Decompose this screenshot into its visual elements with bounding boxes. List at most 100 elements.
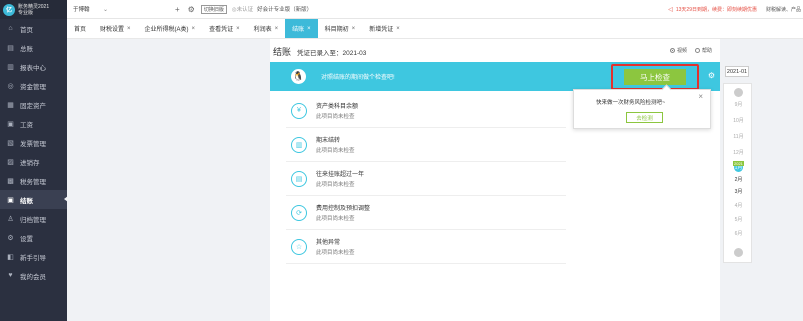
tax-icon: ▩	[7, 177, 14, 185]
sidebar-item-label: 结账	[20, 197, 33, 205]
month-item[interactable]: 10月	[724, 117, 753, 124]
auth-status[interactable]: ◎未认证	[232, 5, 253, 13]
tab-1[interactable]: 财税设置 ×	[93, 19, 138, 38]
check-now-button[interactable]: 马上检查	[624, 69, 686, 85]
sidebar-item-9[interactable]: ▣ 结账	[0, 190, 68, 209]
month-item[interactable]: 5月	[724, 216, 753, 223]
check-banner: 🐧 对照结账的期间做个检查吧! 马上检查 ⚙	[270, 62, 720, 91]
sidebar-item-label: 税务管理	[20, 178, 46, 186]
video-option[interactable]: 视频	[669, 47, 687, 54]
sidebar-item-7[interactable]: ▨ 进销存	[0, 152, 67, 171]
add-icon[interactable]: +	[175, 5, 180, 14]
video-option-label: 视频	[676, 48, 687, 54]
check-button-highlight: 马上检查	[611, 64, 699, 90]
close-icon[interactable]: ×	[127, 26, 131, 32]
check-item: ▤ 往来挂账超过一年 此项目尚未检查	[286, 162, 566, 196]
close-icon[interactable]: ×	[307, 26, 311, 32]
tab-0[interactable]: 首页	[67, 19, 93, 38]
closing-panel: 结账 凭证已录入至：2021-03 视频 帮助 🐧 对照结账的期间做个检查吧! …	[270, 39, 720, 321]
view-options: 视频 帮助	[669, 47, 712, 54]
sidebar-item-10[interactable]: ♙ 归档管理	[0, 209, 67, 228]
radio-icon	[694, 48, 700, 54]
sidebar-item-label: 我的会员	[20, 273, 46, 281]
chevron-down-icon[interactable]: ⌄	[103, 7, 108, 13]
settings-icon: ⚙	[7, 234, 14, 242]
sidebar-item-13[interactable]: ♥ 我的会员	[0, 266, 67, 285]
period-display[interactable]: 2021-01	[725, 66, 749, 77]
tab-label: 科目期初	[324, 27, 349, 33]
company-selector[interactable]: 于博翰 ⌄	[67, 5, 167, 13]
renewal-notice[interactable]: ◁ 13天29日到期，续费：即刻续期优惠	[668, 6, 757, 13]
sidebar-item-12[interactable]: ◧ 新手引导	[0, 247, 67, 266]
ledger-icon: ▤	[7, 44, 14, 52]
tax-news-link[interactable]: 财税解读、产品	[766, 6, 803, 13]
archive-icon: ♙	[7, 215, 14, 223]
sidebar-item-label: 进销存	[20, 159, 40, 167]
tab-4[interactable]: 利润表 ×	[247, 19, 286, 38]
transfer-icon: ▥	[291, 136, 307, 153]
month-item[interactable]: 3月	[724, 188, 753, 195]
timeline-arrow-icon[interactable]	[734, 248, 743, 257]
month-item[interactable]: 6月	[724, 230, 753, 237]
check-item-status: 此项目尚未检查	[316, 182, 355, 188]
sidebar-item-1[interactable]: ▤ 总账	[0, 38, 67, 57]
check-item: ¥ 资产类科目余额 此项目尚未检查	[286, 94, 566, 128]
sidebar-item-0[interactable]: ⌂ 首页	[0, 19, 67, 38]
sidebar-item-5[interactable]: ▣ 工资	[0, 114, 67, 133]
renewal-notice-text: 13天29日到期，续费：即刻续期优惠	[675, 6, 757, 13]
month-item[interactable]: 11月	[724, 133, 753, 140]
check-item-name: 费用控制及预扣调整	[316, 206, 371, 212]
check-item-name: 往来挂账超过一年	[316, 172, 365, 178]
sidebar-item-2[interactable]: ▥ 报表中心	[0, 57, 67, 76]
close-icon[interactable]: ×	[192, 26, 196, 32]
tab-label: 新增凭证	[369, 27, 394, 33]
tab-label: 企业所得税(A类)	[144, 27, 189, 33]
sidebar: 亿 账务精灵2021 专业版 ⌂ 首页 ▤ 总账 ▥ 报表中心 ◎ 资金管理 ▦ 固定资产 ▣ 工资 ▧…	[0, 0, 68, 321]
sidebar-item-8[interactable]: ▩ 税务管理	[0, 171, 67, 190]
month-item[interactable]: 9月	[724, 101, 753, 108]
sidebar-item-label: 资金管理	[20, 83, 46, 91]
star-icon: ☆	[291, 238, 307, 255]
salary-icon: ▣	[7, 120, 14, 128]
home-icon: ⌂	[8, 25, 13, 32]
banner-text: 对照结账的期间做个检查吧!	[321, 75, 395, 81]
sidebar-item-6[interactable]: ▧ 发票管理	[0, 133, 67, 152]
check-item: ☆ 其他异常 此项目尚未检查	[286, 230, 566, 264]
tab-3[interactable]: 查看凭证 ×	[202, 19, 247, 38]
sidebar-item-label: 首页	[20, 26, 33, 34]
timeline-arrow-icon[interactable]	[734, 88, 743, 97]
month-item[interactable]: 12月	[724, 149, 753, 156]
month-item[interactable]: 4月	[724, 202, 753, 209]
tab-6[interactable]: 科目期初 ×	[318, 19, 363, 38]
help-option[interactable]: 帮助	[694, 47, 712, 54]
gear-icon[interactable]: ⚙	[188, 5, 195, 14]
close-icon[interactable]: ×	[396, 26, 400, 32]
sidebar-item-3[interactable]: ◎ 资金管理	[0, 76, 67, 95]
month-item[interactable]: 2月	[724, 176, 753, 183]
sidebar-item-11[interactable]: ⚙ 设置	[0, 228, 67, 247]
sidebar-item-label: 总账	[20, 45, 33, 53]
asset-icon: ▦	[7, 101, 14, 109]
check-item-status: 此项目尚未检查	[316, 148, 355, 154]
tab-2[interactable]: 企业所得税(A类) ×	[138, 19, 203, 38]
check-item-name: 期末结转	[316, 138, 341, 144]
edition-label: 好会计专业版（新版）	[257, 7, 313, 13]
logo-icon: 亿	[3, 3, 15, 16]
go-check-button[interactable]: 去检测	[626, 112, 663, 123]
close-icon[interactable]: ×	[352, 26, 356, 32]
close-icon[interactable]: ×	[698, 92, 703, 101]
sidebar-item-label: 设置	[20, 235, 33, 243]
close-icon[interactable]: ×	[275, 26, 279, 32]
invoice-icon: ▧	[7, 139, 14, 147]
check-item-status: 此项目尚未检查	[316, 114, 355, 120]
close-icon[interactable]: ×	[236, 26, 240, 32]
gear-icon[interactable]: ⚙	[708, 71, 715, 80]
month-timeline: 9月 10月 11月 12月 1月 2月 3月 4月 5月 6月 2021	[723, 83, 752, 263]
switch-old-version-button[interactable]: 切换旧版	[200, 4, 227, 14]
tab-5[interactable]: 结账 ×	[285, 19, 318, 38]
guide-icon: ◧	[7, 253, 14, 261]
tab-7[interactable]: 新增凭证 ×	[362, 19, 407, 38]
sidebar-item-label: 固定资产	[20, 102, 46, 110]
app-logo[interactable]: 亿 账务精灵2021 专业版	[0, 0, 67, 19]
sidebar-item-4[interactable]: ▦ 固定资产	[0, 95, 67, 114]
